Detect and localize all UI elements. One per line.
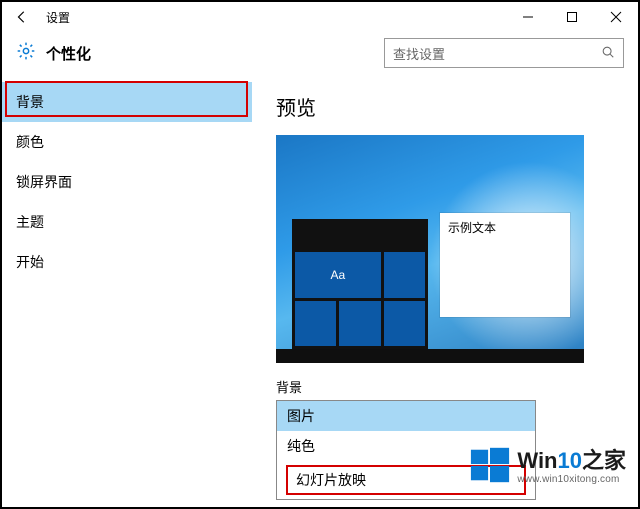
dropdown-option-label: 图片 xyxy=(287,408,315,424)
back-button[interactable] xyxy=(8,3,36,31)
sidebar-item-colors[interactable]: 颜色 xyxy=(2,122,252,162)
dropdown-option-label: 幻灯片放映 xyxy=(288,467,524,493)
annotation-highlight: 幻灯片放映 xyxy=(286,465,526,495)
sidebar-item-lockscreen[interactable]: 锁屏界面 xyxy=(2,162,252,202)
sidebar: 背景 颜色 锁屏界面 主题 开始 xyxy=(2,78,252,505)
close-button[interactable] xyxy=(594,2,638,32)
tile xyxy=(339,301,380,347)
background-dropdown[interactable]: 图片 纯色 幻灯片放映 xyxy=(276,400,536,500)
dropdown-option-label: 纯色 xyxy=(287,438,315,454)
titlebar: 设置 xyxy=(2,2,638,32)
tile xyxy=(384,252,425,298)
taskbar-preview xyxy=(276,349,584,363)
preview-title: 预览 xyxy=(276,92,624,121)
sidebar-item-label: 锁屏界面 xyxy=(16,174,72,190)
body: 背景 颜色 锁屏界面 主题 开始 预览 Aa xyxy=(2,78,638,505)
sidebar-item-themes[interactable]: 主题 xyxy=(2,202,252,242)
sidebar-item-background[interactable]: 背景 xyxy=(2,82,252,122)
tile xyxy=(295,301,336,347)
sidebar-item-label: 主题 xyxy=(16,214,44,230)
settings-window: 设置 个性化 查找设置 xyxy=(0,0,640,509)
background-label: 背景 xyxy=(276,377,624,396)
window-controls xyxy=(506,2,638,32)
page-title: 个性化 xyxy=(46,43,91,64)
sidebar-item-label: 颜色 xyxy=(16,134,44,150)
sidebar-item-start[interactable]: 开始 xyxy=(2,242,252,282)
gear-icon xyxy=(16,41,36,66)
main: 预览 Aa 示例文本 背景 xyxy=(252,78,638,505)
sidebar-item-label: 开始 xyxy=(16,254,44,270)
sidebar-item-label: 背景 xyxy=(16,94,44,110)
search-input[interactable]: 查找设置 xyxy=(384,38,624,68)
header: 个性化 查找设置 xyxy=(2,32,638,78)
window-title: 设置 xyxy=(46,9,70,26)
maximize-button[interactable] xyxy=(550,2,594,32)
desktop-preview: Aa 示例文本 xyxy=(276,135,584,363)
minimize-button[interactable] xyxy=(506,2,550,32)
dropdown-option-picture[interactable]: 图片 xyxy=(277,401,535,431)
tile xyxy=(384,301,425,347)
search-placeholder: 查找设置 xyxy=(393,44,445,63)
dropdown-option-slideshow[interactable]: 幻灯片放映 xyxy=(277,461,535,499)
start-menu-preview: Aa xyxy=(292,219,428,349)
search-icon xyxy=(601,45,615,62)
tile-sample: Aa xyxy=(295,252,381,298)
sample-window: 示例文本 xyxy=(440,213,570,317)
sample-window-text: 示例文本 xyxy=(448,221,496,235)
dropdown-option-solid[interactable]: 纯色 xyxy=(277,431,535,461)
